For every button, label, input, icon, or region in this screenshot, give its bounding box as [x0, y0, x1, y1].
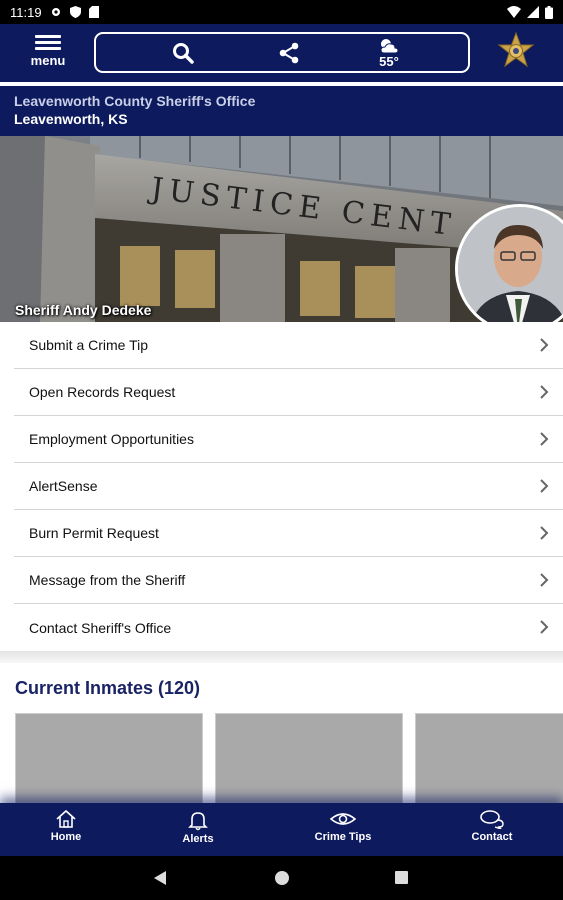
- weather-temperature: 55°: [379, 53, 399, 69]
- eye-icon: [330, 813, 356, 825]
- menu-item-label: Contact Sheriff's Office: [29, 619, 172, 636]
- nav-contact[interactable]: Contact: [447, 809, 537, 843]
- chevron-right-icon: [540, 338, 549, 352]
- inmate-card[interactable]: [215, 713, 403, 805]
- partly-cloudy-icon: [380, 38, 399, 53]
- menu-item-message-from-sheriff[interactable]: Message from the Sheriff: [14, 557, 563, 604]
- bell-icon: [188, 812, 208, 831]
- sheriff-star-icon: [497, 31, 535, 68]
- nav-alerts-label: Alerts: [182, 833, 214, 845]
- chevron-right-icon: [540, 620, 549, 634]
- nav-crime-tips-label: Crime Tips: [314, 831, 372, 843]
- menu-item-open-records-request[interactable]: Open Records Request: [14, 369, 563, 416]
- menu-button[interactable]: menu: [26, 32, 70, 72]
- agency-location: Leavenworth, KS: [14, 111, 128, 127]
- back-icon[interactable]: [153, 870, 167, 886]
- agency-name: Leavenworth County Sheriff's Office: [14, 93, 256, 109]
- menu-item-label: Employment Opportunities: [29, 431, 194, 447]
- nav-alerts[interactable]: Alerts: [153, 809, 243, 845]
- share-button[interactable]: [274, 34, 304, 71]
- status-time: 11:19: [10, 4, 42, 20]
- home-icon: [56, 809, 76, 828]
- chevron-right-icon: [540, 573, 549, 587]
- nav-crime-tips[interactable]: Crime Tips: [298, 809, 388, 843]
- section-divider: [0, 651, 563, 663]
- wifi-icon: [507, 6, 521, 18]
- menu-item-label: Burn Permit Request: [29, 525, 159, 541]
- nav-contact-label: Contact: [471, 831, 513, 843]
- nav-home[interactable]: Home: [21, 809, 111, 843]
- system-navigation-bar: [0, 856, 563, 900]
- chevron-right-icon: [540, 432, 549, 446]
- bottom-navigation: Home Alerts Crime Tips Contact: [0, 803, 563, 856]
- menu-item-alertsense[interactable]: AlertSense: [14, 463, 563, 510]
- menu-item-label: Submit a Crime Tip: [29, 337, 149, 353]
- chevron-right-icon: [540, 526, 549, 540]
- settings-status-icon: [51, 8, 60, 16]
- app-header: menu 55°: [0, 24, 563, 82]
- sheriff-portrait-image: [458, 207, 563, 322]
- menu-item-submit-crime-tip[interactable]: Submit a Crime Tip: [14, 322, 563, 369]
- chevron-right-icon: [540, 385, 549, 399]
- nav-home-label: Home: [50, 831, 82, 843]
- menu-list: Submit a Crime Tip Open Records Request …: [14, 322, 563, 651]
- sd-card-status-icon: [88, 6, 99, 18]
- hamburger-icon: [26, 35, 70, 50]
- shield-status-icon: [69, 6, 81, 18]
- sheriff-badge-logo[interactable]: [496, 31, 536, 72]
- weather-button[interactable]: 55°: [366, 34, 412, 71]
- search-button[interactable]: [168, 34, 198, 71]
- agency-banner: Leavenworth County Sheriff's Office Leav…: [0, 86, 563, 136]
- share-icon: [279, 42, 299, 63]
- home-circle-icon[interactable]: [274, 870, 290, 886]
- menu-item-contact-sheriffs-office[interactable]: Contact Sheriff's Office: [14, 604, 563, 651]
- header-toolbox: 55°: [94, 32, 470, 73]
- inmate-card[interactable]: [15, 713, 203, 805]
- menu-item-label: AlertSense: [29, 478, 98, 494]
- hero-image: JUSTICE CENT Sheriff Andy Dedeke: [0, 136, 563, 322]
- menu-item-burn-permit-request[interactable]: Burn Permit Request: [14, 510, 563, 557]
- inmate-carousel[interactable]: [0, 713, 563, 805]
- recents-icon[interactable]: [394, 870, 409, 885]
- menu-item-label: Message from the Sheriff: [29, 572, 186, 588]
- inmate-card[interactable]: [415, 713, 563, 805]
- signal-icon: [527, 6, 539, 18]
- current-inmates-heading: Current Inmates (120): [15, 678, 201, 698]
- battery-icon: [545, 5, 553, 19]
- menu-label: menu: [30, 53, 66, 68]
- status-bar: 11:19: [0, 0, 563, 24]
- chat-bubbles-icon: [480, 810, 504, 829]
- sheriff-name-caption: Sheriff Andy Dedeke: [15, 302, 152, 318]
- menu-item-employment-opportunities[interactable]: Employment Opportunities: [14, 416, 563, 463]
- chevron-right-icon: [540, 479, 549, 493]
- search-icon: [173, 42, 194, 64]
- menu-item-label: Open Records Request: [29, 384, 176, 400]
